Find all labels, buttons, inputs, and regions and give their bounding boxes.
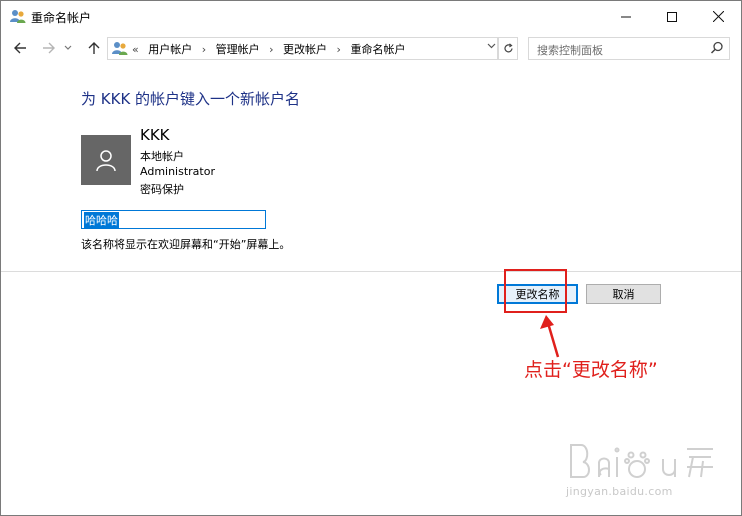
avatar — [81, 135, 131, 185]
user-accounts-icon — [112, 42, 128, 55]
maximize-button[interactable] — [649, 1, 695, 32]
minimize-button[interactable] — [603, 1, 649, 32]
minimize-icon — [621, 16, 631, 17]
up-button[interactable] — [83, 38, 105, 58]
new-account-name-input[interactable]: 哈哈哈 — [81, 210, 266, 229]
breadcrumb-item[interactable]: 更改帐户 — [283, 43, 327, 56]
account-type: 本地帐户 — [140, 150, 184, 163]
back-button[interactable] — [9, 38, 31, 58]
close-button[interactable] — [695, 1, 741, 32]
chevron-down-icon — [487, 43, 496, 49]
highlight-box — [504, 269, 567, 313]
annotation-text: 点击“更改名称” — [524, 359, 658, 381]
forward-arrow-icon — [42, 42, 55, 54]
cancel-button[interactable]: 取消 — [586, 284, 661, 304]
refresh-icon — [503, 43, 513, 53]
chevron-right-icon: › — [269, 43, 274, 56]
account-password-status: 密码保护 — [140, 183, 184, 196]
search-placeholder: 搜索控制面板 — [537, 44, 603, 57]
chevron-right-icon: › — [336, 43, 341, 56]
address-bar[interactable]: « 用户帐户 › 管理帐户 › 更改帐户 › 重命名帐户 — [107, 37, 498, 60]
chevron-right-icon: › — [201, 43, 207, 56]
breadcrumb-item[interactable]: 用户帐户 — [148, 43, 192, 56]
baidu-jingyan-watermark-icon — [570, 444, 713, 478]
forward-button[interactable] — [37, 38, 59, 58]
title-bar: 重命名帐户 — [1, 1, 741, 32]
account-name: KKK — [140, 126, 170, 144]
navigation-bar: « 用户帐户 › 管理帐户 › 更改帐户 › 重命名帐户 搜索控制面板 — [1, 32, 741, 64]
search-control-panel-input[interactable]: 搜索控制面板 — [528, 37, 730, 60]
recent-locations-button[interactable] — [61, 38, 75, 58]
back-arrow-icon — [13, 42, 26, 54]
account-group: Administrator — [140, 165, 215, 178]
name-hint-text: 该名称将显示在欢迎屏幕和“开始”屏幕上。 — [81, 238, 291, 251]
refresh-button[interactable] — [498, 37, 518, 60]
window-title: 重命名帐户 — [31, 11, 92, 25]
address-dropdown-button[interactable] — [487, 42, 496, 52]
close-icon — [712, 11, 724, 22]
chevron-down-icon — [64, 45, 72, 50]
breadcrumb: « 用户帐户 › 管理帐户 › 更改帐户 › 重命名帐户 — [132, 41, 411, 57]
divider — [1, 271, 741, 272]
maximize-icon — [667, 11, 677, 22]
rename-account-window: 重命名帐户 « 用户帐户 › 管理帐户 › 更改帐户 › 重命名帐户 搜索控制面… — [0, 0, 742, 516]
breadcrumb-overflow[interactable]: « — [132, 43, 139, 56]
search-icon[interactable] — [710, 41, 724, 55]
breadcrumb-item[interactable]: 重命名帐户 — [350, 43, 405, 56]
up-arrow-icon — [88, 41, 100, 54]
breadcrumb-item[interactable]: 管理帐户 — [216, 43, 260, 56]
watermark-url: jingyan.baidu.com — [566, 485, 673, 498]
new-account-name-value: 哈哈哈 — [84, 212, 119, 228]
page-title: 为 KKK 的帐户键入一个新帐户名 — [81, 90, 301, 108]
user-accounts-icon — [10, 10, 26, 23]
user-icon — [96, 150, 116, 172]
annotation-arrow-icon — [540, 315, 560, 358]
